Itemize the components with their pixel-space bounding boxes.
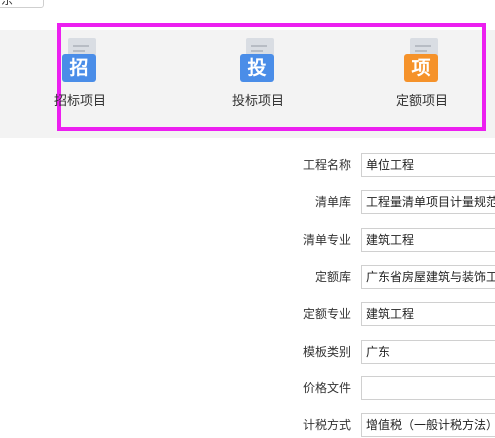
bid-project-button[interactable]: 投 投标项目 xyxy=(213,38,303,109)
form-row-bill-specialty: 清单专业 建筑工程 xyxy=(0,227,495,253)
template-category-label: 模板类别 xyxy=(302,345,351,359)
project-name-input[interactable]: 单位工程 xyxy=(361,153,495,177)
quota-library-label: 定额库 xyxy=(314,270,351,284)
quota-specialty-label: 定额专业 xyxy=(302,307,351,321)
form-row-project-name: 工程名称 单位工程 xyxy=(0,152,495,178)
price-file-input[interactable] xyxy=(361,376,495,400)
template-category-select[interactable]: 广东 xyxy=(361,340,495,364)
form-row-template-category: 模板类别 广东 xyxy=(0,339,495,365)
price-file-label: 价格文件 xyxy=(302,381,351,395)
bill-library-label: 清单库 xyxy=(314,195,351,209)
form-row-bill-library: 清单库 工程量清单项目计量规范 xyxy=(0,189,495,215)
bid-document-icon: 投 xyxy=(238,38,278,84)
form-row-partial: 计税方式 增值税（一般计税方法） xyxy=(0,412,495,438)
quota-project-label: 定额项目 xyxy=(395,93,448,108)
partial-row-label: 计税方式 xyxy=(302,418,351,432)
bill-library-select[interactable]: 工程量清单项目计量规范 xyxy=(361,190,495,214)
bill-specialty-label: 清单专业 xyxy=(302,233,351,247)
quota-library-select[interactable]: 广东省房屋建筑与装饰工程 xyxy=(361,265,495,289)
form-row-price-file: 价格文件 xyxy=(0,375,495,401)
project-name-label: 工程名称 xyxy=(302,158,351,172)
bid-project-label: 投标项目 xyxy=(231,93,284,108)
quota-specialty-select[interactable]: 建筑工程 xyxy=(361,302,495,326)
tender-document-icon: 招 xyxy=(60,38,100,84)
top-left-button[interactable]: 东 xyxy=(0,0,44,8)
form-row-quota-library: 定额库 广东省房屋建筑与装饰工程 xyxy=(0,264,495,290)
form-row-quota-specialty: 定额专业 建筑工程 xyxy=(0,301,495,327)
quota-document-icon: 项 xyxy=(402,38,442,84)
tender-project-label: 招标项目 xyxy=(53,93,106,108)
tender-project-button[interactable]: 招 招标项目 xyxy=(35,38,125,109)
partial-row-field[interactable]: 增值税（一般计税方法） xyxy=(361,413,495,437)
quota-project-button[interactable]: 项 定额项目 xyxy=(377,38,467,109)
bill-specialty-select[interactable]: 建筑工程 xyxy=(361,228,495,252)
